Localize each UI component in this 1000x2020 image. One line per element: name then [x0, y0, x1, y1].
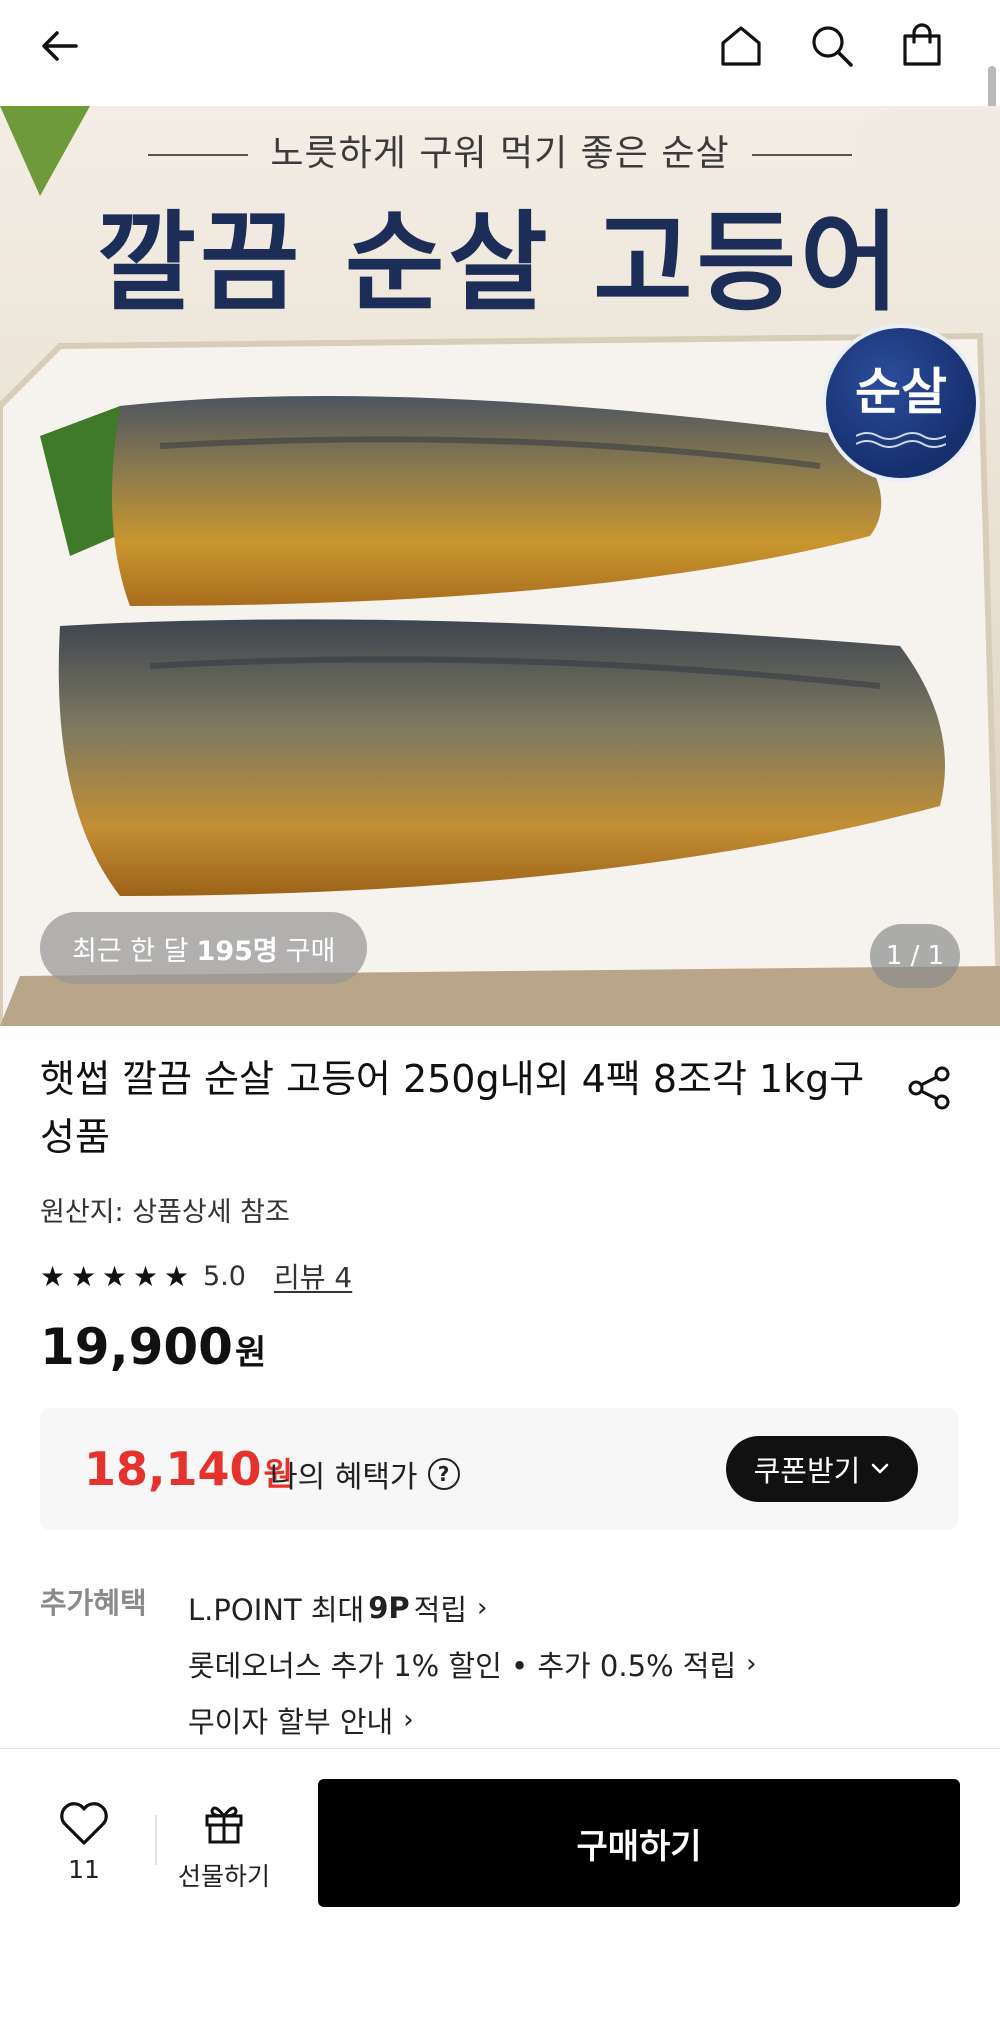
star-icon: ★	[40, 1259, 66, 1293]
buyers-suffix: 구매	[285, 935, 336, 967]
bottom-action-bar: 11 선물하기 구매하기	[0, 1748, 1000, 2020]
search-button[interactable]	[800, 14, 864, 78]
benefit-price-box: 18,140원 나의 혜택가 ? 쿠폰받기	[40, 1408, 958, 1530]
cart-button[interactable]	[890, 14, 954, 78]
product-title: 햇썹 깔끔 순살 고등어 250g내외 4팩 8조각 1kg구성품	[40, 1057, 865, 1159]
product-image-carousel[interactable]: 노릇하게 구워 먹기 좋은 순살 깔끔 순살 고등어 순살 최근 한 달 195…	[0, 106, 1000, 1026]
gift-button[interactable]: 선물하기	[172, 1799, 276, 1899]
rating-row: ★ ★ ★ ★ ★ 5.0 리뷰 4	[40, 1256, 352, 1296]
lotte-owners-benefit-link[interactable]: 롯데오너스 추가 1% 할인 • 추가 0.5% 적립 ›	[188, 1636, 757, 1692]
star-icon: ★	[71, 1259, 97, 1293]
search-icon	[812, 26, 853, 67]
chevron-right-icon: ›	[746, 1649, 757, 1679]
share-button[interactable]	[898, 1056, 962, 1120]
chevron-right-icon: ›	[477, 1593, 488, 1623]
top-navigation-bar	[0, 0, 1000, 106]
like-count: 11	[68, 1855, 100, 1884]
chevron-down-icon	[872, 1463, 889, 1474]
product-detail-page: 노릇하게 구워 먹기 좋은 순살 깔끔 순살 고등어 순살 최근 한 달 195…	[0, 0, 1000, 2020]
star-icon: ★	[164, 1259, 190, 1293]
lpoint-benefit-link[interactable]: L.POINT 최대 9P 적립 ›	[188, 1580, 757, 1636]
price-amount: 19,900	[40, 1318, 233, 1376]
benefit-text: 무이자 할부 안내	[188, 1705, 394, 1739]
benefit-label: 나의 혜택가 ?	[270, 1452, 460, 1496]
gift-icon	[205, 1806, 243, 1844]
installment-info-link[interactable]: 무이자 할부 안내 ›	[188, 1692, 757, 1748]
share-icon	[908, 1066, 950, 1110]
heart-icon	[60, 1802, 108, 1845]
original-price: 19,900원	[40, 1318, 266, 1376]
star-icon: ★	[133, 1259, 159, 1293]
benefit-text: 롯데오너스 추가 1% 할인 • 추가 0.5% 적립	[188, 1649, 737, 1683]
price-unit: 원	[234, 1333, 267, 1373]
home-button[interactable]	[709, 14, 773, 78]
wave-icon	[856, 432, 946, 448]
benefit-text: 적립	[413, 1593, 468, 1627]
back-button[interactable]	[28, 14, 92, 78]
gift-label: 선물하기	[177, 1862, 270, 1891]
hero-title: 깔끔 순살 고등어	[96, 201, 904, 326]
benefit-label-text: 나의 혜택가	[270, 1460, 418, 1495]
buy-button[interactable]: 구매하기	[318, 1779, 960, 1907]
rating-value: 5.0	[203, 1260, 246, 1292]
like-button[interactable]: 11	[44, 1799, 124, 1899]
buyers-count: 195명	[196, 935, 278, 967]
hero-subtitle: 노릇하게 구워 먹기 좋은 순살	[0, 124, 1000, 176]
get-coupon-button[interactable]: 쿠폰받기	[726, 1436, 918, 1502]
extra-benefits-list: L.POINT 최대 9P 적립 › 롯데오너스 추가 1% 할인 • 추가 0…	[188, 1580, 757, 1748]
origin-info: 원산지: 상품상세 참조	[40, 1197, 290, 1228]
benefit-points: 9P	[368, 1591, 410, 1625]
coupon-label: 쿠폰받기	[753, 1454, 861, 1488]
shopping-bag-icon	[903, 23, 941, 66]
badge-text: 순살	[855, 363, 947, 421]
star-icon: ★	[102, 1259, 128, 1293]
review-link[interactable]: 리뷰 4	[274, 1256, 352, 1296]
image-counter: 1 / 1	[870, 924, 960, 988]
home-icon	[721, 26, 761, 66]
divider	[155, 1815, 157, 1865]
recent-buyers-pill: 최근 한 달 195명 구매	[40, 912, 368, 984]
help-icon[interactable]: ?	[427, 1458, 460, 1490]
arrow-left-icon	[42, 31, 78, 61]
boneless-badge: 순살	[822, 324, 980, 482]
buyers-prefix: 최근 한 달	[72, 935, 189, 967]
benefit-text: L.POINT 최대	[188, 1593, 365, 1627]
extra-benefits-label: 추가혜택	[40, 1586, 147, 1620]
benefit-price-amount: 18,140	[84, 1442, 262, 1496]
chevron-right-icon: ›	[403, 1705, 414, 1735]
benefit-price: 18,140원	[84, 1442, 293, 1496]
